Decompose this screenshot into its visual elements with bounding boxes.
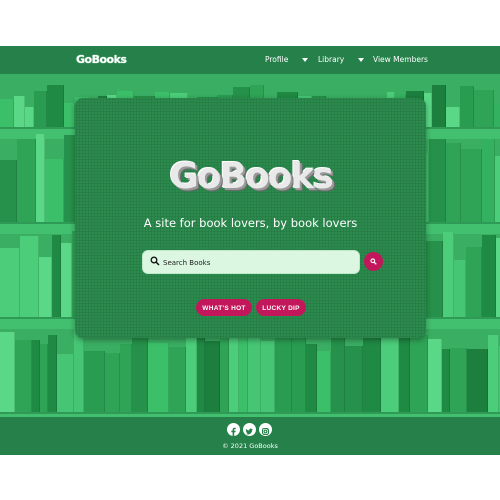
book-spine	[105, 353, 120, 412]
book-spine	[20, 236, 39, 317]
book-spine	[48, 335, 57, 412]
page-frame: GoBooks Profile Library View Members GoB…	[0, 46, 500, 455]
book-spine	[15, 340, 32, 412]
book-spine	[32, 340, 40, 412]
book-spine	[363, 329, 381, 412]
book-spine	[40, 344, 48, 412]
book-spine	[454, 260, 466, 317]
book-spine	[399, 326, 410, 412]
book-spine	[428, 339, 442, 412]
book-spine	[34, 91, 47, 127]
book-spine	[239, 335, 248, 412]
book-spine	[0, 99, 14, 127]
book-spine	[47, 85, 64, 127]
chevron-down-icon	[302, 57, 309, 62]
book-spine	[482, 235, 496, 317]
book-spine	[261, 341, 275, 412]
hero-card: GoBooks A site for book lovers, by book …	[75, 98, 426, 338]
book-spine	[0, 248, 20, 317]
book-spine	[120, 344, 132, 412]
book-spine	[488, 335, 499, 412]
book-spine	[443, 232, 454, 317]
footer: © 2021 GoBooks	[0, 417, 500, 455]
book-spine	[0, 160, 17, 222]
book-spine	[423, 241, 443, 317]
twitter-icon[interactable]	[243, 423, 256, 436]
book-spine	[57, 354, 74, 412]
book-spine	[14, 96, 25, 127]
search-input[interactable]	[161, 253, 355, 273]
book-spine	[64, 103, 75, 127]
book-spine	[39, 257, 52, 317]
book-spine	[331, 338, 345, 412]
book-spine	[292, 333, 306, 412]
nav-library-label: Library	[318, 55, 345, 64]
book-spine	[446, 107, 460, 127]
book-spine	[61, 243, 72, 317]
nav-profile[interactable]: Profile	[265, 55, 309, 64]
book-spine	[229, 330, 239, 412]
book-spine	[36, 134, 45, 222]
book-spine	[381, 328, 399, 412]
book-spine	[461, 149, 482, 222]
book-spine	[410, 335, 428, 412]
book-spine	[148, 343, 169, 412]
instagram-icon[interactable]	[259, 423, 272, 436]
book-spine	[495, 156, 500, 222]
chevron-down-icon	[358, 57, 365, 62]
book-spine	[482, 139, 495, 222]
book-spine	[450, 348, 467, 412]
book-spine	[169, 347, 186, 412]
nav-view-members[interactable]: View Members	[373, 55, 428, 64]
book-spine	[45, 159, 64, 222]
book-spine	[432, 85, 446, 127]
lucky-dip-button[interactable]: LUCKY DIP	[256, 299, 306, 316]
book-spine	[25, 107, 34, 127]
search-box	[142, 250, 360, 274]
hero-logo: GoBooks	[169, 156, 334, 197]
book-spine	[205, 341, 220, 412]
brand-logo[interactable]: GoBooks	[76, 53, 127, 66]
book-spine	[74, 326, 84, 412]
book-spine	[0, 332, 15, 412]
copyright-text: © 2021 GoBooks	[222, 442, 278, 450]
book-spine	[467, 349, 488, 412]
book-spine	[460, 86, 474, 127]
book-spine	[132, 337, 148, 412]
whats-hot-button[interactable]: WHAT'S HOT	[196, 299, 252, 316]
book-spine	[466, 247, 482, 317]
book-spine	[446, 143, 461, 222]
search-icon	[150, 256, 160, 266]
tagline: A site for book lovers, by book lovers	[143, 216, 358, 230]
book-spine	[496, 238, 500, 317]
facebook-icon[interactable]	[227, 423, 240, 436]
book-spine	[52, 235, 61, 317]
book-spine	[17, 139, 36, 222]
book-spine	[84, 351, 105, 412]
nav-profile-label: Profile	[265, 55, 289, 64]
nav-view-members-label: View Members	[373, 55, 428, 64]
search-button[interactable]	[364, 252, 383, 271]
book-spine	[494, 104, 500, 127]
book-spine	[474, 90, 494, 127]
book-spine	[248, 335, 261, 412]
book-spine	[306, 344, 317, 412]
book-spine	[345, 346, 363, 412]
nav-library[interactable]: Library	[318, 55, 365, 64]
book-spine	[442, 349, 450, 412]
navbar: GoBooks Profile Library View Members	[0, 46, 500, 74]
book-spine	[275, 336, 292, 412]
book-spine	[317, 351, 331, 412]
search-icon	[370, 258, 377, 265]
book-spine	[186, 329, 197, 412]
book-spine	[220, 336, 229, 412]
book-spine	[429, 139, 446, 222]
book-spine	[197, 333, 205, 412]
